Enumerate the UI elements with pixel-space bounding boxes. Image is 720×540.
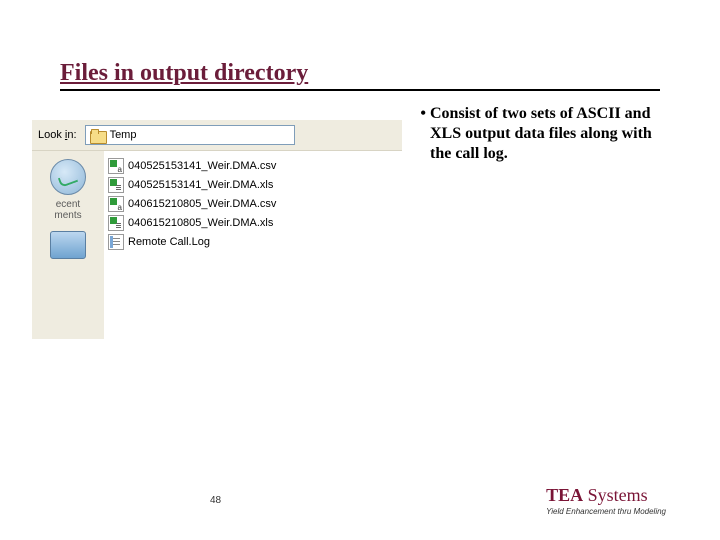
lookin-label: Look in: <box>38 129 77 141</box>
log-file-icon <box>108 234 124 250</box>
page-title: Files in output directory <box>60 60 660 91</box>
folder-icon <box>90 129 105 142</box>
csv-file-icon <box>108 196 124 212</box>
file-list[interactable]: 040525153141_Weir.DMA.csv 040525153141_W… <box>104 151 402 339</box>
desktop-icon[interactable] <box>50 231 86 259</box>
xls-file-icon <box>108 215 124 231</box>
places-bar: ecentments <box>32 151 104 339</box>
file-name: 040615210805_Weir.DMA.xls <box>128 217 273 229</box>
file-name: 040615210805_Weir.DMA.csv <box>128 198 276 210</box>
file-row[interactable]: 040615210805_Weir.DMA.xls <box>108 214 398 231</box>
bullet-text: Consist of two sets of ASCII and XLS out… <box>430 104 670 164</box>
page-number: 48 <box>210 495 221 506</box>
file-row[interactable]: 040615210805_Weir.DMA.csv <box>108 195 398 212</box>
file-name: 040525153141_Weir.DMA.xls <box>128 179 273 191</box>
brand-block: TEA Systems Yield Enhancement thru Model… <box>546 485 666 516</box>
lookin-bar: Look in: Temp <box>32 120 402 151</box>
file-dialog: Look in: Temp ecentments 040525153141_We… <box>32 120 402 338</box>
lookin-folder-name: Temp <box>110 129 137 141</box>
csv-file-icon <box>108 158 124 174</box>
xls-file-icon <box>108 177 124 193</box>
lookin-combobox[interactable]: Temp <box>85 125 295 145</box>
file-name: Remote Call.Log <box>128 236 210 248</box>
file-row[interactable]: Remote Call.Log <box>108 233 398 250</box>
brand-tagline: Yield Enhancement thru Modeling <box>546 507 666 516</box>
description-bullet: Consist of two sets of ASCII and XLS out… <box>412 104 670 164</box>
file-name: 040525153141_Weir.DMA.csv <box>128 160 276 172</box>
file-row[interactable]: 040525153141_Weir.DMA.csv <box>108 157 398 174</box>
recent-documents-label: ecentments <box>54 199 81 221</box>
file-row[interactable]: 040525153141_Weir.DMA.xls <box>108 176 398 193</box>
brand-logo-text: TEA Systems <box>546 485 666 506</box>
recent-documents-icon[interactable] <box>50 159 86 195</box>
